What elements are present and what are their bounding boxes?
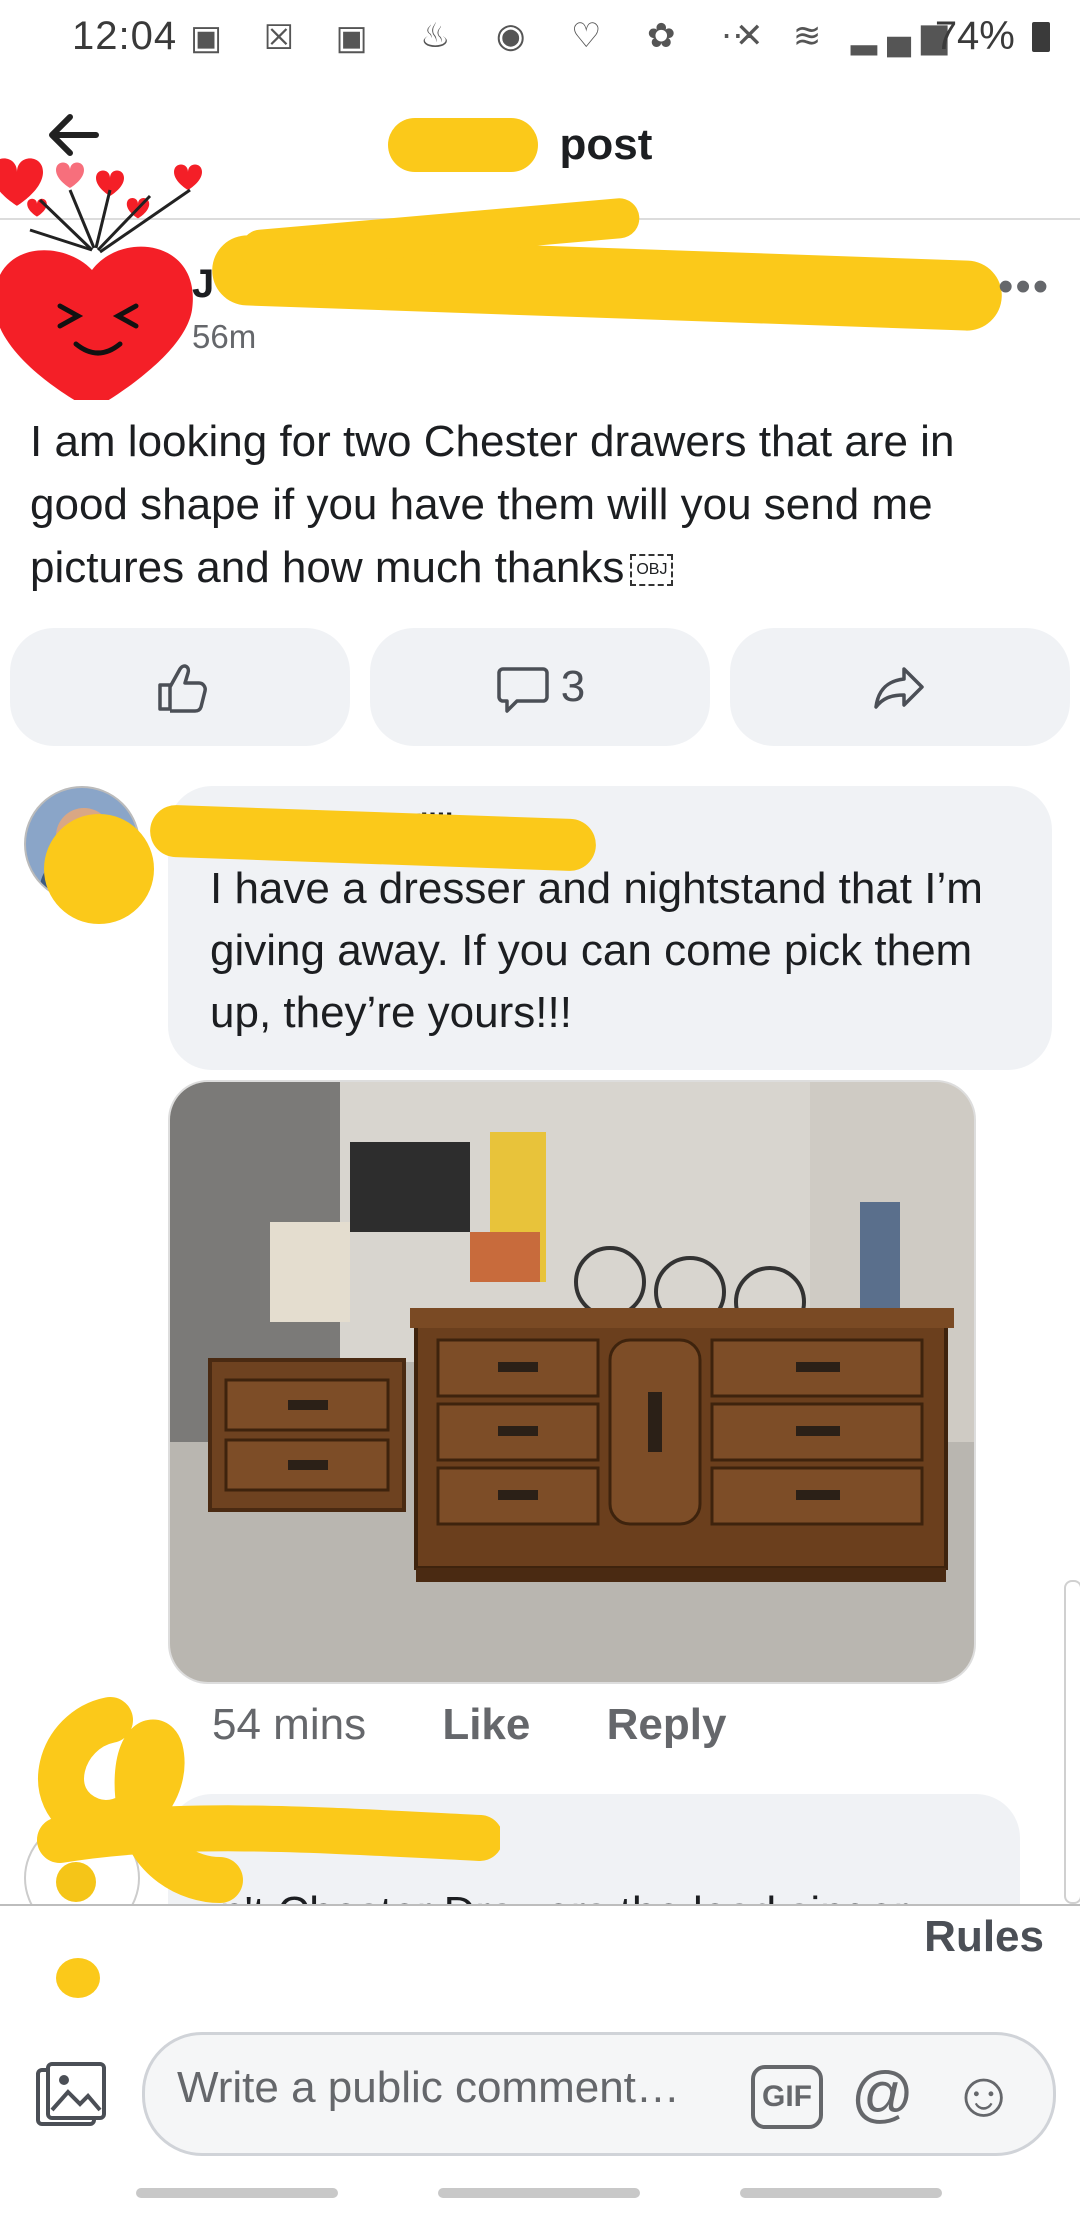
share-button[interactable]	[730, 628, 1070, 746]
post-timestamp: 56m	[192, 318, 257, 355]
comment-text: I have a dresser and nightstand that I’m…	[210, 864, 983, 1037]
rules-link[interactable]: Rules	[924, 1912, 1044, 1962]
like-button[interactable]	[10, 628, 350, 746]
page-title-text: post	[559, 120, 653, 169]
status-bar: 12:04 ▣ ☒ ▣ ♨ ◉ ♡ ✿ ⋯ ✕ ≋ ▂▄▆ 74%	[0, 0, 1080, 72]
comment-button[interactable]: 3	[370, 628, 710, 746]
nav-back[interactable]	[740, 2188, 942, 2198]
comment-icon	[497, 667, 549, 713]
mention-icon[interactable]: @	[851, 2059, 914, 2130]
battery-icon	[1032, 22, 1050, 52]
avatar-redaction	[44, 814, 154, 924]
title-redaction	[388, 118, 538, 172]
nav-home[interactable]	[438, 2188, 640, 2198]
comment-composer[interactable]: Write a public comment… GIF @ ☺	[142, 2032, 1056, 2156]
emoji-icon[interactable]: ☺	[951, 2057, 1016, 2131]
scrollbar[interactable]	[1064, 1580, 1080, 1904]
scribble-redaction	[37, 1697, 500, 1903]
battery-indicator: 74%	[935, 14, 1050, 59]
status-notification-icons: ♨ ◉ ♡ ✿ ⋯	[420, 17, 773, 55]
status-app-icons: ▣ ☒ ▣	[190, 19, 384, 57]
comment-count: 3	[560, 662, 586, 711]
share-icon	[874, 667, 924, 709]
composer-divider	[0, 1904, 1080, 1906]
more-options-icon[interactable]: •••	[998, 262, 1050, 312]
comment-reply-button[interactable]: Reply	[607, 1700, 727, 1749]
post-body: I am looking for two Chester drawers tha…	[30, 410, 1050, 599]
status-time: 12:04	[72, 14, 178, 58]
comment-input[interactable]: Write a public comment…	[177, 2063, 680, 2113]
yellow-dot	[56, 1958, 100, 1998]
obj-placeholder: OBJ	[630, 554, 674, 587]
comment-photo[interactable]	[168, 1080, 976, 1684]
nav-recent-apps[interactable]	[136, 2188, 338, 2198]
post-author-name[interactable]: J	[192, 262, 214, 307]
like-icon	[158, 664, 207, 713]
status-system-icons: ✕ ≋ ▂▄▆	[735, 17, 958, 55]
author-avatar-sticker[interactable]	[0, 130, 220, 410]
battery-text: 74%	[934, 14, 1015, 58]
gif-icon[interactable]: GIF	[751, 2065, 823, 2129]
photo-icon[interactable]	[34, 2060, 108, 2135]
post-body-text: I am looking for two Chester drawers tha…	[30, 417, 955, 592]
